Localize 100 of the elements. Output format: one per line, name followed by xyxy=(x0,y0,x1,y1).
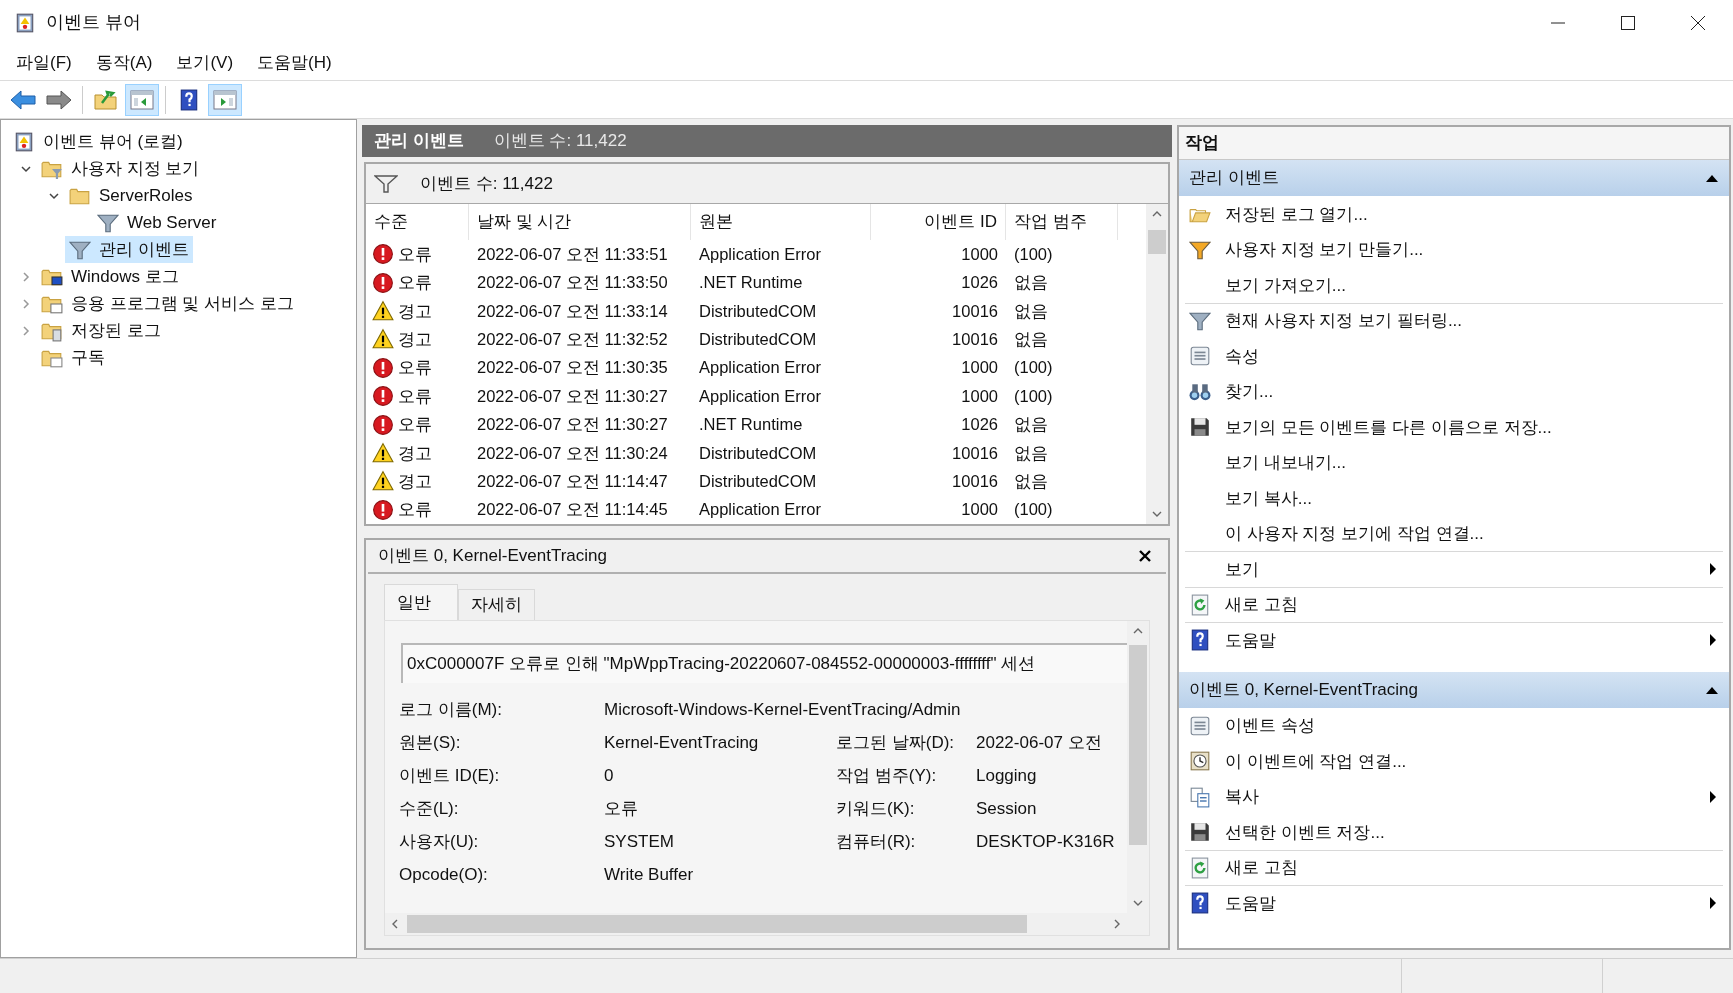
event-row[interactable]: 경고 2022-06-07 오전 11:30:24 DistributedCOM 10016 없음 xyxy=(366,438,1146,468)
scrollbar-thumb[interactable] xyxy=(407,915,1027,933)
action-item[interactable]: 복사 xyxy=(1185,778,1723,814)
help-icon xyxy=(1189,892,1211,915)
event-row[interactable]: 오류 2022-06-07 오전 11:33:50 .NET Runtime 1026 없음 xyxy=(366,268,1146,297)
event-log-icon xyxy=(14,11,36,34)
error-icon xyxy=(372,413,394,436)
section-header[interactable]: 관리 이벤트 xyxy=(1179,160,1729,196)
tree-item[interactable]: Web Server xyxy=(93,209,221,236)
tree-label: 저장된 로그 xyxy=(71,319,161,342)
action-item[interactable]: 새로 고침 xyxy=(1185,586,1723,622)
field-value: 0 xyxy=(604,765,615,787)
action-item[interactable]: 보기 복사... xyxy=(1185,480,1723,516)
event-row[interactable]: 오류 2022-06-07 오전 11:30:27 Application Error 1000 (100) xyxy=(366,381,1146,411)
table-cell: (100) xyxy=(1014,244,1053,263)
tree-label: 사용자 지정 보기 xyxy=(71,157,200,180)
tree-label: Web Server xyxy=(127,211,217,234)
column-header[interactable]: 원본 xyxy=(691,204,871,240)
event-count: 이벤트 수: 11,422 xyxy=(493,130,627,153)
tree-item[interactable]: 구독 xyxy=(37,344,109,371)
filter-icon xyxy=(374,173,398,194)
event-row[interactable]: 오류 2022-06-07 오전 11:30:27 .NET Runtime 1026 없음 xyxy=(366,410,1146,439)
action-item[interactable]: 이 이벤트에 작업 연결... xyxy=(1185,743,1723,779)
action-item[interactable]: 속성 xyxy=(1185,338,1723,374)
event-log-icon xyxy=(13,130,35,153)
tree-item[interactable]: 응용 프로그램 및 서비스 로그 xyxy=(37,290,298,317)
table-cell-text: 10016 xyxy=(952,300,998,322)
table-cell: 2022-06-07 오전 11:14:47 xyxy=(477,471,668,490)
menu-item[interactable]: 보기(V) xyxy=(166,47,244,78)
tree-item[interactable]: 사용자 지정 보기 xyxy=(37,155,204,182)
action-item[interactable]: 도움말 xyxy=(1185,622,1723,658)
action-item[interactable]: 보기 내보내기... xyxy=(1185,444,1723,480)
table-cell-text: 경고 xyxy=(398,470,432,492)
warning-icon xyxy=(372,441,394,464)
menu-item[interactable]: 파일(F) xyxy=(6,47,82,78)
action-item[interactable]: 찾기... xyxy=(1185,373,1723,409)
table-cell: 없음 xyxy=(1014,443,1048,462)
horizontal-scrollbar[interactable] xyxy=(385,913,1149,935)
section-header[interactable]: 이벤트 0, Kernel-EventTracing xyxy=(1179,671,1729,708)
tree-item[interactable]: 저장된 로그 xyxy=(37,317,165,344)
field-label: 원본(S): xyxy=(399,732,462,754)
action-item[interactable]: 저장된 로그 열기... xyxy=(1185,196,1723,232)
column-header[interactable]: 날짜 및 시간 xyxy=(469,204,691,240)
save-icon xyxy=(1189,416,1211,439)
table-cell-text: 오류 xyxy=(398,243,432,265)
panel-title: 관리 이벤트 xyxy=(374,130,464,153)
event-row[interactable]: 경고 2022-06-07 오전 11:32:52 DistributedCOM 10016 없음 xyxy=(366,325,1146,354)
tree-item[interactable]: ServerRoles xyxy=(65,182,197,209)
event-row[interactable]: 경고 2022-06-07 오전 11:14:47 DistributedCOM 10016 없음 xyxy=(366,467,1146,496)
action-item[interactable]: 도움말 xyxy=(1185,885,1723,921)
column-header[interactable]: 작업 범주 xyxy=(1006,204,1118,240)
scrollbar-thumb[interactable] xyxy=(1129,645,1147,845)
action-item[interactable]: 보기의 모든 이벤트를 다른 이름으로 저장... xyxy=(1185,409,1723,445)
vertical-scrollbar[interactable] xyxy=(1146,204,1168,524)
action-item[interactable]: 이 사용자 지정 보기에 작업 연결... xyxy=(1185,515,1723,551)
field-value: Write Buffer xyxy=(604,864,695,886)
action-item[interactable]: 보기 xyxy=(1185,551,1723,587)
action-item[interactable]: 현재 사용자 지정 보기 필터링... xyxy=(1185,302,1723,338)
table-cell: 2022-06-07 오전 11:30:24 xyxy=(477,443,668,462)
event-row[interactable]: 오류 2022-06-07 오전 11:14:45 Application Error 1000 (100) xyxy=(366,495,1146,524)
field-label: 로그 이름(M): xyxy=(399,699,503,721)
menu-item[interactable]: 동작(A) xyxy=(85,47,163,78)
column-header[interactable]: 수준 xyxy=(366,204,469,240)
copy-icon xyxy=(1189,785,1211,808)
column-header[interactable]: 이벤트 ID xyxy=(871,204,1006,240)
folder-up-icon xyxy=(94,88,118,111)
table-cell-text: 경고 xyxy=(398,329,432,350)
submenu-arrow-icon xyxy=(1709,633,1717,648)
tree-item[interactable]: Windows 로그 xyxy=(37,263,183,290)
action-item[interactable]: 새로 고침 xyxy=(1185,849,1723,885)
action-item[interactable]: 이벤트 속성 xyxy=(1185,707,1723,743)
tab[interactable]: 자세히 xyxy=(458,589,535,620)
properties-icon xyxy=(1189,714,1211,737)
action-item[interactable]: 선택한 이벤트 저장... xyxy=(1185,814,1723,850)
event-row[interactable]: 오류 2022-06-07 오전 11:33:51 Application Error 1000 (100) xyxy=(366,240,1146,269)
expand-chevron-icon[interactable] xyxy=(20,270,32,283)
tab[interactable]: 일반 xyxy=(384,584,458,620)
expand-chevron-icon[interactable] xyxy=(20,297,32,310)
action-item[interactable]: 사용자 지정 보기 만들기... xyxy=(1185,231,1723,267)
warning-icon xyxy=(372,328,394,351)
table-cell: Application Error xyxy=(699,386,821,405)
expand-chevron-icon[interactable] xyxy=(20,324,32,337)
table-cell: .NET Runtime xyxy=(699,273,803,292)
menu-item[interactable]: 도움말(H) xyxy=(247,47,342,78)
tree-item[interactable]: 이벤트 뷰어 (로컬) xyxy=(9,128,187,155)
table-cell: 2022-06-07 오전 11:33:14 xyxy=(477,301,668,320)
vertical-scrollbar[interactable] xyxy=(1127,621,1149,913)
event-row[interactable]: 오류 2022-06-07 오전 11:30:35 Application Error 1000 (100) xyxy=(366,353,1146,382)
tree-item[interactable]: 관리 이벤트 xyxy=(65,236,193,263)
table-cell: (100) xyxy=(1014,358,1053,377)
table-cell: 없음 xyxy=(1014,273,1048,292)
event-row[interactable]: 경고 2022-06-07 오전 11:33:14 DistributedCOM 10016 없음 xyxy=(366,296,1146,326)
field-label: Opcode(O): xyxy=(399,864,489,886)
scrollbar-thumb[interactable] xyxy=(1148,230,1166,254)
field-value: 2022-06-07 오전 xyxy=(976,732,1103,754)
filtered-count: 이벤트 수: 11,422 xyxy=(420,172,553,195)
action-item[interactable]: 보기 가져오기... xyxy=(1185,267,1723,303)
table-cell: 2022-06-07 오전 11:33:51 xyxy=(477,244,668,263)
pane-title: 작업 xyxy=(1185,132,1219,155)
table-cell-text: 오류 xyxy=(398,414,432,436)
